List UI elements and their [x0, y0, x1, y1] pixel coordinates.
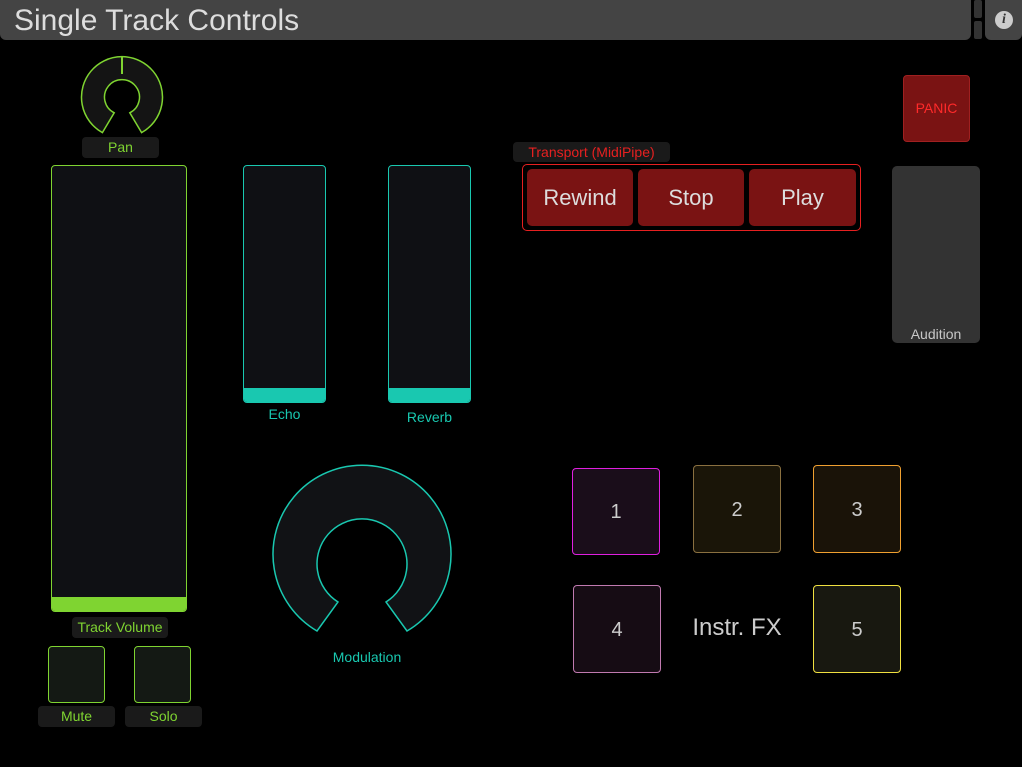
- audition-button[interactable]: [892, 166, 980, 343]
- info-icon: i: [995, 11, 1013, 29]
- page-title: Single Track Controls: [14, 4, 300, 37]
- fx-pad-5[interactable]: 5: [813, 585, 901, 673]
- modulation-label: Modulation: [332, 649, 402, 665]
- grip-handle-bottom[interactable]: [974, 21, 982, 39]
- track-volume-fader[interactable]: [51, 165, 187, 612]
- solo-button[interactable]: [134, 646, 191, 703]
- instr-fx-label: Instr. FX: [692, 614, 782, 641]
- pan-knob[interactable]: [78, 53, 166, 137]
- echo-label: Echo: [268, 406, 301, 422]
- mute-button[interactable]: [48, 646, 105, 703]
- stop-button[interactable]: Stop: [638, 169, 744, 226]
- track-volume-handle[interactable]: [52, 597, 186, 611]
- track-volume-label: Track Volume: [72, 617, 168, 638]
- echo-handle[interactable]: [244, 388, 325, 402]
- play-button[interactable]: Play: [749, 169, 856, 226]
- reverb-fader[interactable]: [388, 165, 471, 403]
- grip-handle-top[interactable]: [974, 0, 982, 18]
- solo-label: Solo: [125, 706, 202, 727]
- pan-label: Pan: [82, 137, 159, 158]
- transport-label: Transport (MidiPipe): [513, 142, 670, 162]
- modulation-knob[interactable]: [270, 462, 454, 634]
- mute-label: Mute: [38, 706, 115, 727]
- reverb-label: Reverb: [406, 409, 453, 425]
- fx-pad-4[interactable]: 4: [573, 585, 661, 673]
- fx-pad-3[interactable]: 3: [813, 465, 901, 553]
- fx-pad-1[interactable]: 1: [572, 468, 660, 555]
- rewind-button[interactable]: Rewind: [527, 169, 633, 226]
- fx-pad-2[interactable]: 2: [693, 465, 781, 553]
- reverb-handle[interactable]: [389, 388, 470, 402]
- audition-label: Audition: [910, 326, 962, 342]
- echo-fader[interactable]: [243, 165, 326, 403]
- panic-button[interactable]: PANIC: [903, 75, 970, 142]
